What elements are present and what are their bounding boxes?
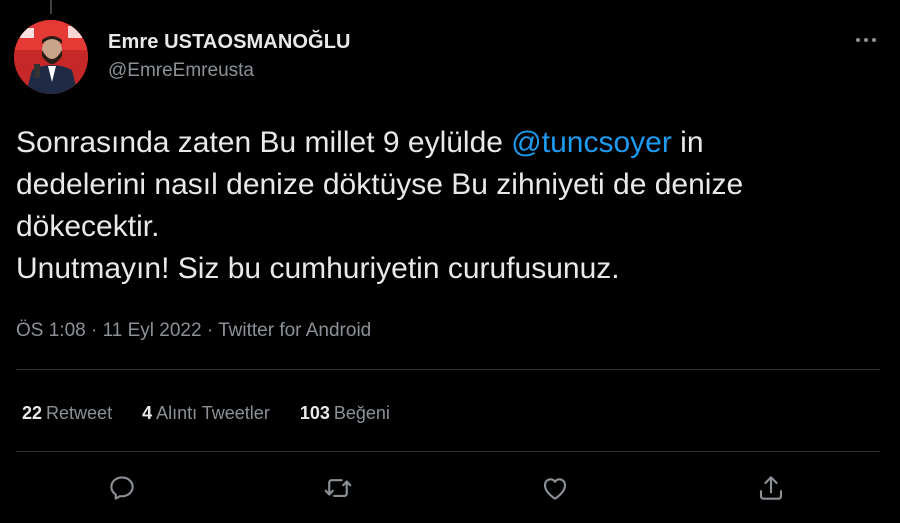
mention-link[interactable]: @tuncsoyer	[511, 126, 672, 159]
stat-count: 103	[299, 403, 330, 423]
retweet-button[interactable]	[316, 466, 360, 510]
avatar[interactable]	[14, 20, 88, 94]
author-display-name[interactable]: Emre USTAOSMANOĞLU	[108, 30, 351, 54]
tweet-time-link[interactable]: ÖS 1:08	[16, 320, 86, 341]
author-handle[interactable]: @EmreEmreusta	[108, 58, 351, 84]
stat-label: Beğeni	[333, 403, 390, 423]
reply-button[interactable]	[100, 466, 144, 510]
retweet-icon	[324, 479, 352, 497]
tweet-source-link[interactable]: Twitter for Android	[218, 320, 371, 341]
tweet-actions	[0, 466, 900, 510]
tweet-meta: ÖS 1:08 · 11 Eyl 2022 · Twitter for Andr…	[16, 318, 371, 344]
share-button[interactable]	[749, 466, 793, 510]
tweet-author: Emre USTAOSMANOĞLU @EmreEmreusta	[108, 30, 351, 84]
tweet-date-link[interactable]: 11 Eyl 2022	[103, 320, 202, 341]
stat-label: Retweet	[46, 403, 113, 423]
like-button[interactable]	[533, 466, 577, 510]
meta-separator: ·	[201, 320, 219, 341]
share-icon	[759, 476, 783, 500]
reply-icon	[110, 476, 134, 500]
avatar-image	[14, 20, 88, 94]
stat-count: 22	[22, 403, 43, 423]
divider	[16, 451, 880, 452]
more-options-icon[interactable]	[848, 26, 884, 54]
like-count[interactable]: 103 Beğeni	[300, 400, 390, 426]
meta-separator: ·	[85, 320, 103, 341]
tweet-text-part1: Sonrasında zaten Bu millet 9 eylülde	[16, 126, 512, 159]
tweet-stats: 22 Retweet 4 Alıntı Tweetler 103 Beğeni	[22, 400, 390, 426]
like-icon	[543, 478, 567, 500]
tweet-text: Sonrasında zaten Bu millet 9 eylülde @tu…	[16, 122, 886, 290]
retweet-count[interactable]: 22 Retweet	[22, 400, 112, 426]
stat-label: Alıntı Tweetler	[156, 403, 270, 423]
stat-count: 4	[142, 403, 153, 423]
quote-tweet-count[interactable]: 4 Alıntı Tweetler	[142, 400, 270, 426]
divider	[16, 369, 880, 370]
thread-connector-line	[50, 0, 52, 14]
